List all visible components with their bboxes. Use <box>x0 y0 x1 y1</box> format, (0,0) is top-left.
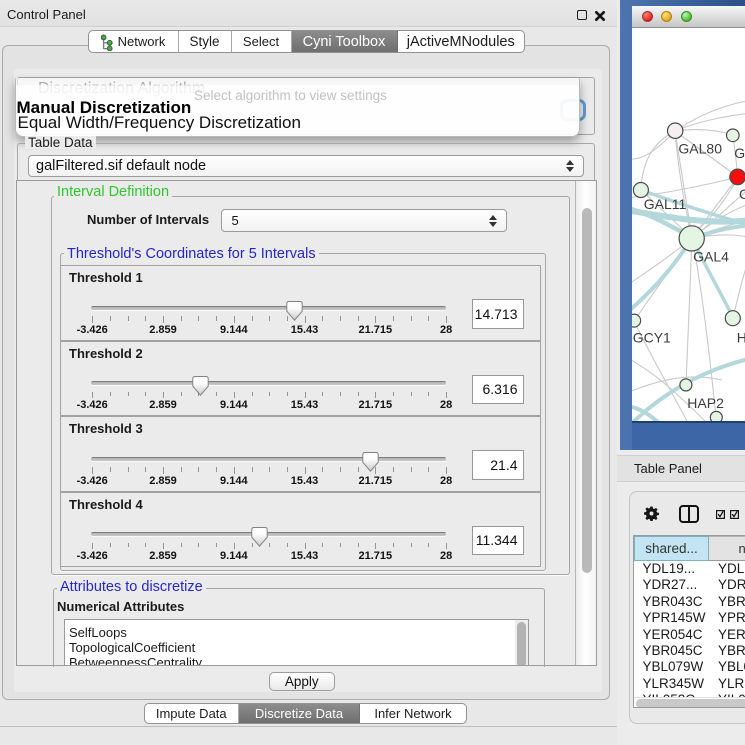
svg-text:C: C <box>739 186 745 202</box>
svg-text:H: H <box>736 329 745 345</box>
svg-text:GA: GA <box>734 145 745 161</box>
svg-text:GAL80: GAL80 <box>678 140 722 156</box>
svg-text:GCY1: GCY1 <box>632 329 670 345</box>
svg-text:GAL11: GAL11 <box>643 196 686 212</box>
svg-text:GAL4: GAL4 <box>693 248 729 264</box>
svg-text:HAP2: HAP2 <box>687 395 724 411</box>
